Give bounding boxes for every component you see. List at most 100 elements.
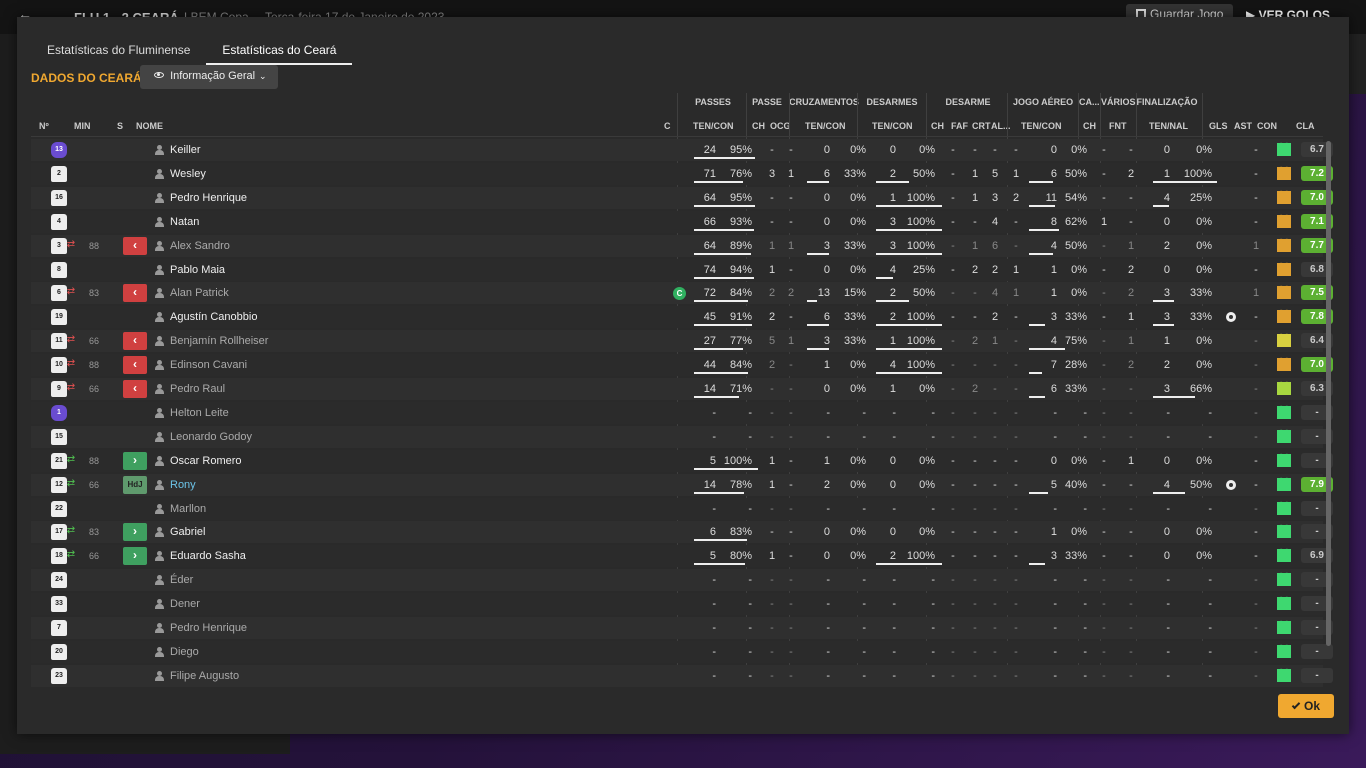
column-header-pas_tc[interactable]: TEN/CON (693, 121, 734, 131)
subbed-on-badge[interactable]: › (123, 547, 147, 566)
substitution-icon: ⇄ (66, 549, 76, 561)
stat-al: - (1014, 311, 1018, 324)
player-name-link[interactable]: Éder (170, 574, 193, 586)
stat-fc: 33% (1189, 311, 1212, 324)
column-header-cach[interactable]: CH (1083, 121, 1096, 131)
player-name-link[interactable]: Helton Leite (170, 407, 229, 419)
tab-fluminense-stats[interactable]: Estatísticas do Fluminense (31, 39, 206, 65)
player-name-link[interactable]: Agustín Canobbio (170, 311, 257, 323)
subbed-on-badge[interactable]: › (123, 523, 147, 542)
table-row[interactable]: 11 ⇄ 66 ‹ Benjamín Rollheiser 27 77% 5 1 3 33% 1 100… (31, 330, 1333, 353)
subbed-off-badge[interactable]: ‹ (123, 284, 147, 303)
stat-at: - (1053, 502, 1057, 515)
table-row[interactable]: 1 Helton Leite - - - - - - - - - - - - - - - - - - - - (31, 401, 1333, 425)
column-header-fin_tn[interactable]: TEN/NAL (1149, 121, 1188, 131)
tab-ceara-stats[interactable]: Estatísticas do Ceará (206, 39, 353, 65)
player-name-link[interactable]: Rony (170, 479, 196, 491)
column-header-aer_tc[interactable]: TEN/CON (1021, 121, 1062, 131)
table-row[interactable]: 33 Dener - - - - - - - - - - - - - - - - - - - - (31, 593, 1333, 616)
stat-ac: - (1083, 645, 1087, 658)
stat-ocg: 1 (787, 335, 795, 348)
player-name-link[interactable]: Pedro Henrique (170, 622, 247, 634)
player-name-link[interactable]: Pablo Maia (170, 264, 225, 276)
view-select-dropdown[interactable]: Informação Geral ⌄ (140, 65, 278, 89)
table-row[interactable]: 4 Natan 66 93% - -0 0% 3 100% - -4-8 62% 1-0 0% -7.1 (31, 210, 1333, 234)
subbed-on-badge[interactable]: › (123, 451, 147, 470)
column-header-c[interactable]: C (664, 121, 671, 131)
player-name-link[interactable]: Diego (170, 646, 199, 658)
stat-bar-db (876, 348, 942, 351)
column-header-gls[interactable]: GLS (1209, 121, 1228, 131)
stat-ocg: - (789, 215, 793, 228)
subbed-off-badge[interactable]: ‹ (123, 236, 147, 255)
column-header-ocg[interactable]: OCG (770, 121, 791, 131)
table-row[interactable]: 24 Éder - - - - - - - - - - - - - - - - - - - - (31, 569, 1333, 592)
table-row[interactable]: 15 Leonardo Godoy - - - - - - - - - - - - - - - - - - - - (31, 425, 1333, 449)
player-name-link[interactable]: Eduardo Sasha (170, 550, 246, 562)
table-row[interactable]: 8 Pablo Maia 74 94% 1-0 0% 4 25% -2 2 1 1 0% -2 0 0% -6.… (31, 258, 1333, 282)
table-scrollbar[interactable] (1326, 141, 1331, 646)
column-header-cru_tc[interactable]: TEN/CON (805, 121, 846, 131)
table-row[interactable]: 13 Keiller 24 95% - -0 0% 0 0% - - - -0 0% - -0 0% -6.7 (31, 139, 1333, 162)
player-name-link[interactable]: Alex Sandro (170, 240, 230, 252)
column-header-faf[interactable]: FAF (951, 121, 968, 131)
column-header-min[interactable]: MIN (74, 121, 91, 131)
player-name-link[interactable]: Keiller (170, 144, 201, 156)
table-row[interactable]: 19 Agustín Canobbio 45 91% 2-6 33% 2 100% - -2-3 3… (31, 306, 1333, 329)
column-header-s[interactable]: S (117, 121, 123, 131)
table-row[interactable]: 18 ⇄ 66 › Eduardo Sasha 5 80% 1-0 0% 2 100% - - - -3 33… (31, 545, 1333, 568)
table-row[interactable]: 9 ⇄ 66 ‹ Pedro Raul 14 71% - -0 0% 1 0% -2- -6 33% - -3 6… (31, 378, 1333, 401)
column-header-dch[interactable]: CH (931, 121, 944, 131)
player-name-link[interactable]: Marllon (170, 503, 206, 515)
player-name-link[interactable]: Edinson Cavani (170, 359, 247, 371)
table-row[interactable]: 23 Filipe Augusto - - - - - - - - - - - - - - - - - - - - (31, 664, 1333, 688)
stat-dc: - (931, 430, 935, 443)
table-row[interactable]: 10 ⇄ 88 ‹ Edinson Cavani 44 84% 2-1 0% 4 100% - - - -7… (31, 354, 1333, 377)
minutes-played: 66 (88, 336, 99, 347)
column-header-des_tc[interactable]: TEN/CON (872, 121, 913, 131)
table-row[interactable]: 21 ⇄ 88 › Oscar Romero 5 100% 1-1 0% 0 0% - - - -0 0% -1… (31, 449, 1333, 473)
table-row[interactable]: 17 ⇄ 83 › Gabriel 6 83% - -0 0% 0 0% - - - -1 0% - -0 0% - - (31, 521, 1333, 544)
player-name-link[interactable]: Leonardo Godoy (170, 431, 252, 443)
column-header-crt[interactable]: CRT (972, 121, 991, 131)
column-header-ast[interactable]: AST (1234, 121, 1252, 131)
stat-ch: - (770, 645, 774, 658)
column-header-ch[interactable]: CH (752, 121, 765, 131)
player-name-link[interactable]: Alan Patrick (170, 287, 229, 299)
stat-ac: - (1083, 622, 1087, 634)
player-name-link[interactable]: Filipe Augusto (170, 670, 239, 682)
column-header-cla[interactable]: CLA (1296, 121, 1315, 131)
player-of-match-badge[interactable]: HdJ (123, 475, 147, 494)
column-header-con[interactable]: CON (1257, 121, 1277, 131)
column-header-fnt[interactable]: FNT (1109, 121, 1127, 131)
ok-button[interactable]: Ok (1278, 694, 1334, 718)
player-name-link[interactable]: Gabriel (170, 526, 205, 538)
stat-dt: 2 (889, 550, 896, 563)
stat-at: - (1053, 430, 1057, 443)
table-row[interactable]: 22 Marllon - - - - - - - - - - - - - - - - - - - - (31, 497, 1333, 521)
player-name-link[interactable]: Benjamín Rollheiser (170, 335, 268, 347)
subbed-off-badge[interactable]: ‹ (123, 380, 147, 398)
stat-ft: 3 (1163, 383, 1170, 395)
subbed-off-badge[interactable]: ‹ (123, 356, 147, 375)
player-name-link[interactable]: Dener (170, 598, 200, 610)
table-row[interactable]: 16 Pedro Henrique 64 95% - -0 0% 1 100% -1 3 2 11 54%… (31, 186, 1333, 210)
stat-ac: - (1083, 406, 1087, 419)
subbed-off-badge[interactable]: ‹ (123, 332, 147, 351)
column-header-num[interactable]: Nº (39, 121, 49, 131)
player-name-link[interactable]: Oscar Romero (170, 455, 242, 467)
player-name-link[interactable]: Pedro Raul (170, 383, 225, 395)
player-name-link[interactable]: Pedro Henrique (170, 192, 247, 204)
stat-ft: 0 (1163, 526, 1170, 539)
table-row[interactable]: 20 Diego - - - - - - - - - - - - - - - - - - - - (31, 640, 1333, 664)
table-row[interactable]: 6 ⇄ 83 ‹ Alan Patrick C 72 84% 2 2 13 15% 2 50% - -4 1 1 0… (31, 282, 1333, 305)
table-row[interactable]: 3 ⇄ 88 ‹ Alex Sandro 64 89% 1 1 3 33% 3 100% -1 6-4 50%… (31, 234, 1333, 258)
stat-al: - (1014, 526, 1018, 539)
table-row[interactable]: 12 ⇄ 66 HdJ Rony 14 78% 1-2 0% 0 0% - - - -5 40% - -4 50% -… (31, 473, 1333, 497)
table-row[interactable]: 7 Pedro Henrique - - - - - - - - - - - - - - - - - - - - (31, 617, 1333, 640)
player-name-link[interactable]: Natan (170, 216, 199, 228)
table-row[interactable]: 2 Wesley 71 76% 3 1 6 33% 2 50% -1 5 1 6 50% -2 1 100% -7.… (31, 162, 1333, 186)
player-name-link[interactable]: Wesley (170, 168, 206, 180)
column-header-name[interactable]: NOME (136, 121, 163, 131)
stat-cach: - (1102, 502, 1106, 515)
